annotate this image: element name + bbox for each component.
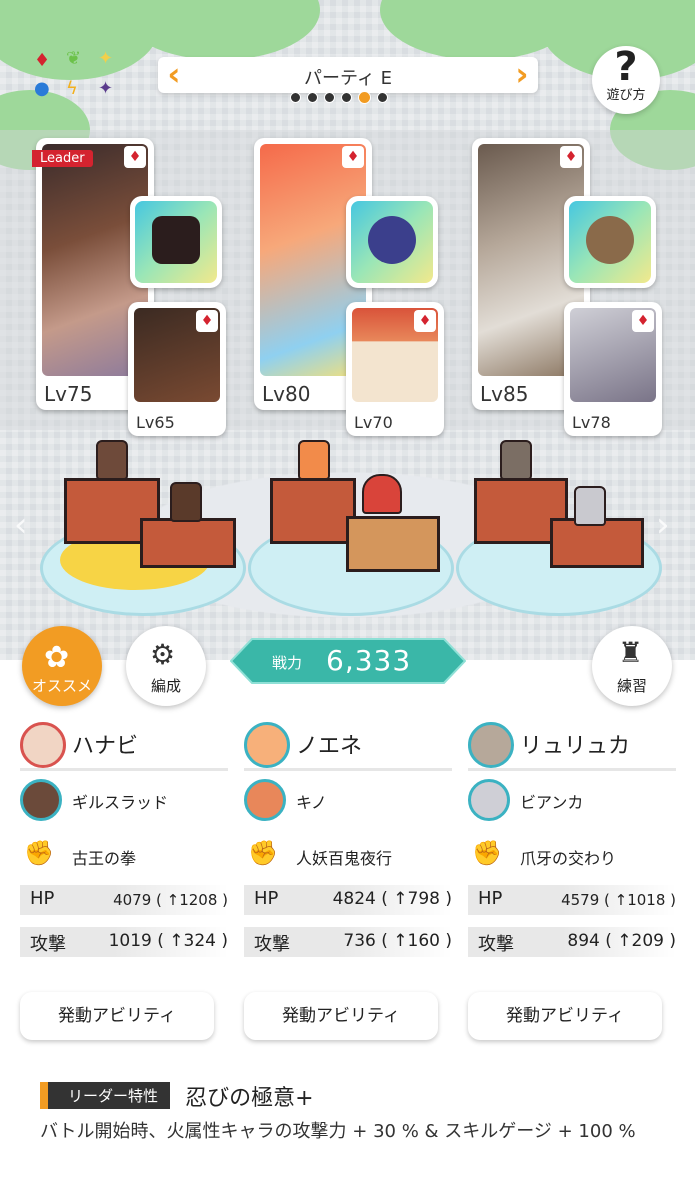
main-level: Lv80 bbox=[262, 382, 311, 406]
orb-equipment-icon bbox=[368, 216, 416, 264]
equipment-slot[interactable] bbox=[346, 196, 438, 288]
ability-button[interactable]: 発動アビリティ bbox=[468, 992, 662, 1040]
fist-skill-icon: ✊ bbox=[248, 839, 278, 867]
fire-element-icon: ♦ bbox=[414, 310, 436, 332]
equipment-slot[interactable] bbox=[130, 196, 222, 288]
practice-button[interactable]: ♜ 練習 bbox=[592, 626, 672, 706]
turtle-icon: ✿ bbox=[44, 640, 70, 675]
leader-trait-description: バトル開始時、火属性キャラの攻撃力 + 30 % & スキルゲージ + 100 … bbox=[40, 1121, 636, 1142]
attack-stat: 攻撃 736 ( ↑160 ) bbox=[244, 927, 452, 957]
next-party-arrow-icon[interactable]: › bbox=[656, 505, 670, 545]
fist-skill-icon: ✊ bbox=[472, 839, 502, 867]
leader-badge: Leader bbox=[32, 150, 93, 167]
sub-member-name: ビアンカ bbox=[520, 793, 584, 812]
avatar[interactable] bbox=[244, 779, 286, 821]
ability-button[interactable]: 発動アビリティ bbox=[244, 992, 438, 1040]
hp-stat: HP 4824 ( ↑798 ) bbox=[244, 885, 452, 915]
avatar[interactable] bbox=[20, 722, 66, 768]
avatar[interactable] bbox=[20, 779, 62, 821]
fire-element-icon: ♦ bbox=[342, 146, 364, 168]
page-dot[interactable] bbox=[341, 92, 352, 103]
skill-name: 人妖百鬼夜行 bbox=[296, 849, 393, 868]
sub-level: Lv78 bbox=[572, 413, 611, 432]
page-dot-active[interactable] bbox=[358, 91, 371, 104]
member-name: リュリュカ bbox=[520, 734, 631, 759]
gauntlet-equipment-icon bbox=[152, 216, 200, 264]
sub-character-card[interactable]: ♦ Lv65 bbox=[128, 302, 226, 436]
formation-button[interactable]: ⚙ 編成 bbox=[126, 626, 206, 706]
party-title: パーティ E bbox=[303, 68, 392, 89]
sub-level: Lv70 bbox=[354, 413, 393, 432]
attack-stat: 攻撃 1019 ( ↑324 ) bbox=[20, 927, 228, 957]
power-label: 戦力 bbox=[272, 654, 303, 672]
party-page-indicator bbox=[290, 91, 388, 104]
ability-button[interactable]: 発動アビリティ bbox=[20, 992, 214, 1040]
fire-element-icon: ♦ bbox=[124, 146, 146, 168]
bowl-equipment-icon bbox=[586, 216, 634, 264]
fist-skill-icon: ✊ bbox=[24, 839, 54, 867]
attack-stat: 攻撃 894 ( ↑209 ) bbox=[468, 927, 676, 957]
leader-trait-tag: リーダー特性 bbox=[40, 1081, 171, 1109]
avatar[interactable] bbox=[244, 722, 290, 768]
recommend-button[interactable]: ✿ オススメ bbox=[22, 626, 102, 706]
hp-stat: HP 4079 ( ↑1208 ) bbox=[20, 885, 228, 915]
thunder-element-icon: ϟ bbox=[66, 78, 78, 99]
hp-stat: HP 4579 ( ↑1018 ) bbox=[468, 885, 676, 915]
page-dot[interactable] bbox=[377, 92, 388, 103]
page-dot[interactable] bbox=[290, 92, 301, 103]
equipment-slot[interactable] bbox=[564, 196, 656, 288]
sub-character-card[interactable]: ♦ Lv70 bbox=[346, 302, 444, 436]
page-dot[interactable] bbox=[307, 92, 318, 103]
member-name: ノエネ bbox=[296, 734, 363, 759]
water-element-icon: ● bbox=[34, 78, 50, 99]
sub-member-name: ギルスラッド bbox=[72, 793, 169, 812]
leader-trait-name: 忍びの極意+ bbox=[185, 1086, 314, 1111]
power-value: 6,333 bbox=[326, 644, 412, 677]
chevron-right-icon[interactable]: › bbox=[512, 57, 532, 93]
member-column: ノエネ キノ ✊ 人妖百鬼夜行 HP 4824 ( ↑798 ) 攻撃 736 ( ↑… bbox=[244, 718, 452, 1040]
main-level: Lv85 bbox=[480, 382, 529, 406]
sub-member-name: キノ bbox=[296, 793, 327, 812]
member-name: ハナビ bbox=[72, 734, 139, 759]
light-element-icon: ✦ bbox=[98, 48, 114, 69]
skill-name: 爪牙の交わり bbox=[520, 849, 617, 868]
fire-element-icon: ♦ bbox=[632, 310, 654, 332]
power-display: 戦力 6,333 bbox=[230, 638, 466, 684]
gear-person-icon: ⚙ bbox=[150, 638, 176, 671]
chevron-left-icon[interactable]: ‹ bbox=[164, 57, 184, 93]
main-level: Lv75 bbox=[44, 382, 93, 406]
fire-element-icon: ♦ bbox=[560, 146, 582, 168]
avatar[interactable] bbox=[468, 722, 514, 768]
wood-element-icon: ❦ bbox=[66, 48, 82, 69]
fire-element-icon: ♦ bbox=[196, 310, 218, 332]
avatar[interactable] bbox=[468, 779, 510, 821]
leader-trait-panel: リーダー特性 忍びの極意+ バトル開始時、火属性キャラの攻撃力 + 30 % &… bbox=[40, 1080, 660, 1144]
training-dummy-icon: ♜ bbox=[618, 636, 644, 669]
sub-character-card[interactable]: ♦ Lv78 bbox=[564, 302, 662, 436]
page-dot[interactable] bbox=[324, 92, 335, 103]
fire-element-icon: ♦ bbox=[34, 50, 51, 71]
sub-level: Lv65 bbox=[136, 413, 175, 432]
help-button[interactable]: ? 遊び方 bbox=[592, 46, 660, 114]
prev-party-arrow-icon[interactable]: ‹ bbox=[14, 505, 28, 545]
question-mark-icon: ? bbox=[614, 44, 638, 90]
dark-element-icon: ✦ bbox=[98, 78, 114, 99]
element-filter[interactable]: ♦ ❦ ✦ ● ϟ ✦ bbox=[30, 48, 126, 108]
skill-name: 古王の拳 bbox=[72, 849, 137, 868]
party-selector: ‹ パーティ E › bbox=[158, 57, 538, 93]
member-column: ハナビ ギルスラッド ✊ 古王の拳 HP 4079 ( ↑1208 ) 攻撃 1019… bbox=[20, 718, 228, 1040]
member-column: リュリュカ ビアンカ ✊ 爪牙の交わり HP 4579 ( ↑1018 ) 攻撃 89… bbox=[468, 718, 676, 1040]
